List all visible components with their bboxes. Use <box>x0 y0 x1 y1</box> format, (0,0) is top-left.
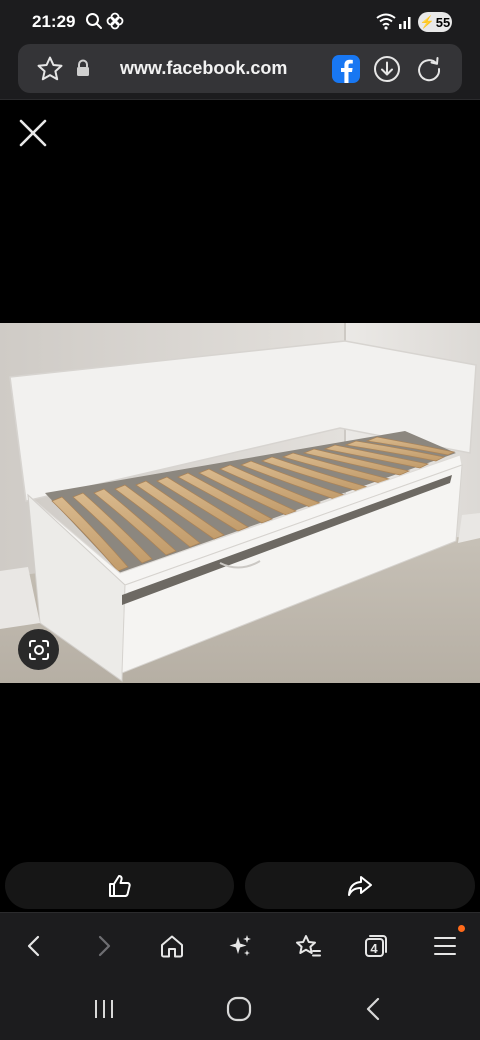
close-icon[interactable] <box>16 116 50 150</box>
wifi-icon <box>376 13 396 30</box>
tabs-icon[interactable]: 4 <box>361 931 391 961</box>
battery-charging-icon: ⚡ 55 <box>418 12 452 32</box>
system-navigation-bar <box>0 978 480 1040</box>
bed-photo-illustration <box>0 323 480 683</box>
browser-toolbar: 4 <box>0 912 480 978</box>
visual-search-icon[interactable] <box>18 629 59 670</box>
url-text[interactable]: www.facebook.com <box>120 58 287 79</box>
battery-level: 55 <box>435 14 451 30</box>
search-icon <box>86 13 102 29</box>
bookmarks-icon[interactable] <box>293 931 323 961</box>
home-icon[interactable] <box>157 931 187 961</box>
sparkle-icon[interactable] <box>225 931 255 961</box>
share-arrow-icon <box>348 875 372 896</box>
address-bar[interactable]: www.facebook.com <box>18 44 462 93</box>
back-icon[interactable] <box>19 931 49 961</box>
facebook-icon[interactable] <box>331 54 361 84</box>
forward-icon[interactable] <box>89 931 119 961</box>
menu-icon[interactable] <box>430 931 460 961</box>
signal-icon <box>399 17 411 29</box>
reload-icon[interactable] <box>415 55 443 83</box>
home-circle-icon[interactable] <box>225 996 253 1022</box>
star-outline-icon[interactable] <box>36 55 64 83</box>
browser-url-area: www.facebook.com <box>0 44 480 100</box>
status-bar: 21:29 ⚡ 55 <box>0 0 480 44</box>
post-photo[interactable] <box>0 323 480 683</box>
download-icon[interactable] <box>373 55 401 83</box>
back-chevron-icon[interactable] <box>360 996 388 1022</box>
recents-icon[interactable] <box>90 996 118 1022</box>
pinwheel-icon <box>106 12 124 30</box>
like-button[interactable] <box>5 862 234 909</box>
share-button[interactable] <box>245 862 475 909</box>
status-time: 21:29 <box>32 12 76 31</box>
thumbs-up-icon <box>108 874 131 897</box>
menu-notification-dot <box>458 925 465 932</box>
tab-count: 4 <box>370 940 378 956</box>
lock-icon <box>77 59 89 76</box>
